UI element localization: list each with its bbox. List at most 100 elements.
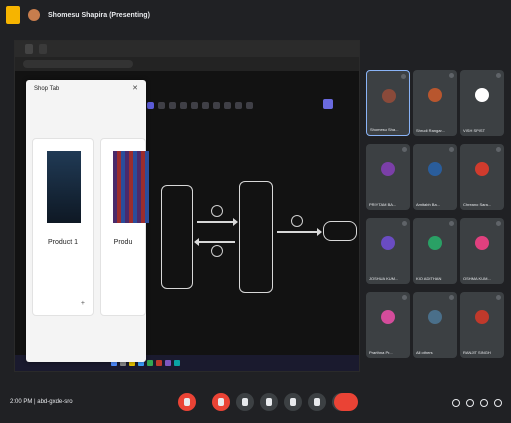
browser-tab[interactable] [39, 44, 47, 54]
participant-name: PRIYTAM BA... [369, 202, 397, 207]
meeting-window: Shomesu Shapira (Presenting) Shop Tab ✕ … [0, 0, 511, 423]
circle-tool-icon[interactable] [191, 101, 198, 109]
diagram-node [239, 181, 273, 293]
arrow-tool-icon[interactable] [202, 101, 209, 109]
participant-tile[interactable]: VISH SPIST [460, 70, 504, 136]
product-card[interactable]: Product 1 + [32, 138, 94, 316]
image-tool-icon[interactable] [246, 101, 253, 109]
camera-off-icon [218, 398, 224, 406]
pencil-tool-icon[interactable] [224, 101, 231, 109]
mic-off-icon [402, 295, 407, 300]
avatar [475, 236, 489, 250]
participant-tile[interactable]: RANJIT SINGH [460, 292, 504, 358]
reactions-button[interactable] [260, 393, 278, 411]
product-image [47, 151, 81, 223]
participant-tile[interactable]: OSHMA KUM... [460, 218, 504, 284]
avatar [428, 88, 442, 102]
participant-tile[interactable]: Chreano Sara... [460, 144, 504, 210]
participant-name: Shrudi Rangar... [416, 128, 445, 133]
line-tool-icon[interactable] [213, 101, 220, 109]
chrome-icon[interactable] [147, 360, 153, 366]
product-side-panel: Shop Tab ✕ Product 1 + Produ [26, 80, 149, 362]
avatar [382, 89, 396, 103]
avatar [428, 162, 442, 176]
diagram-arrow [194, 238, 235, 245]
mic-off-icon [401, 74, 406, 79]
camera-toggle-button[interactable] [212, 393, 230, 411]
mic-off-icon [496, 221, 501, 226]
participant-name: Shomesu Sha... [370, 127, 399, 132]
square-tool-icon[interactable] [169, 101, 176, 109]
participant-name: VISH SPIST [463, 128, 486, 133]
hand-tool-icon[interactable] [158, 101, 165, 109]
library-icon[interactable] [323, 99, 333, 109]
captions-button[interactable] [236, 393, 254, 411]
participant-name: Chreano Sara... [463, 202, 492, 207]
diagram-step-marker [211, 205, 223, 217]
avatar [475, 162, 489, 176]
close-icon[interactable]: ✕ [132, 84, 138, 92]
avatar [475, 310, 489, 324]
url-field[interactable] [23, 60, 133, 68]
diagram-node [161, 185, 193, 289]
presenter-avatar [28, 9, 40, 21]
browser-address-bar[interactable] [15, 57, 359, 71]
browser-tab-strip [15, 41, 359, 57]
mic-off-icon [402, 221, 407, 226]
participant-tile[interactable]: Shomesu Sha... [366, 70, 410, 136]
add-icon[interactable]: + [81, 300, 85, 307]
mic-off-icon [496, 295, 501, 300]
raise-hand-button[interactable] [308, 393, 326, 411]
present-icon [290, 398, 296, 406]
diagram-toolbar [147, 99, 253, 111]
mic-toggle-button[interactable] [178, 393, 196, 411]
app-icon[interactable] [174, 360, 180, 366]
participant-name: OSHMA KUM... [463, 276, 491, 281]
meeting-controls: 2:00 PM | abd-gxde-sro [0, 383, 511, 423]
diagram-arrow [197, 218, 238, 225]
present-button[interactable] [284, 393, 302, 411]
diagram-arrow [277, 228, 322, 235]
participant-tile[interactable]: Shrudi Rangar... [413, 70, 457, 136]
avatar [381, 162, 395, 176]
diamond-tool-icon[interactable] [180, 101, 187, 109]
participant-grid: Shomesu Sha... Shrudi Rangar... VISH SPIST… [366, 70, 506, 370]
participant-name: All others [416, 350, 433, 355]
product-image [113, 151, 149, 223]
participant-tile[interactable]: JOSHUA KUM... [366, 218, 410, 284]
people-icon[interactable] [466, 399, 474, 407]
mic-off-icon [184, 398, 190, 406]
participant-tile[interactable]: KIO ADITHAN [413, 218, 457, 284]
mic-off-icon [496, 73, 501, 78]
chat-icon[interactable] [480, 399, 488, 407]
captions-icon [242, 398, 248, 406]
browser-tab-active[interactable] [25, 44, 33, 54]
participant-name: RANJIT SINGH [463, 350, 491, 355]
avatar [381, 310, 395, 324]
mic-off-icon [402, 147, 407, 152]
mic-off-icon [449, 147, 454, 152]
mic-off-icon [449, 73, 454, 78]
product-card[interactable]: Produ [100, 138, 149, 316]
participant-tile[interactable]: All others [413, 292, 457, 358]
participant-name: KIO ADITHAN [416, 276, 442, 281]
avatar [428, 310, 442, 324]
select-tool-icon[interactable] [147, 101, 154, 109]
share-menu[interactable] [323, 99, 349, 109]
activities-icon[interactable] [494, 399, 502, 407]
app-logo [6, 6, 20, 24]
participant-name: Prarthna Pr... [369, 350, 393, 355]
meeting-time-code: 2:00 PM | abd-gxde-sro [10, 399, 73, 405]
meeting-title: Shomesu Shapira (Presenting) [48, 11, 150, 19]
participant-name: JOSHUA KUM... [369, 276, 399, 281]
participant-tile[interactable]: Prarthna Pr... [366, 292, 410, 358]
app-icon[interactable] [165, 360, 171, 366]
text-tool-icon[interactable] [235, 101, 242, 109]
avatar [475, 88, 489, 102]
participant-tile[interactable]: Amitabh Ba... [413, 144, 457, 210]
participant-tile[interactable]: PRIYTAM BA... [366, 144, 410, 210]
leave-call-button[interactable] [334, 393, 358, 411]
avatar [428, 236, 442, 250]
info-icon[interactable] [452, 399, 460, 407]
app-icon[interactable] [156, 360, 162, 366]
